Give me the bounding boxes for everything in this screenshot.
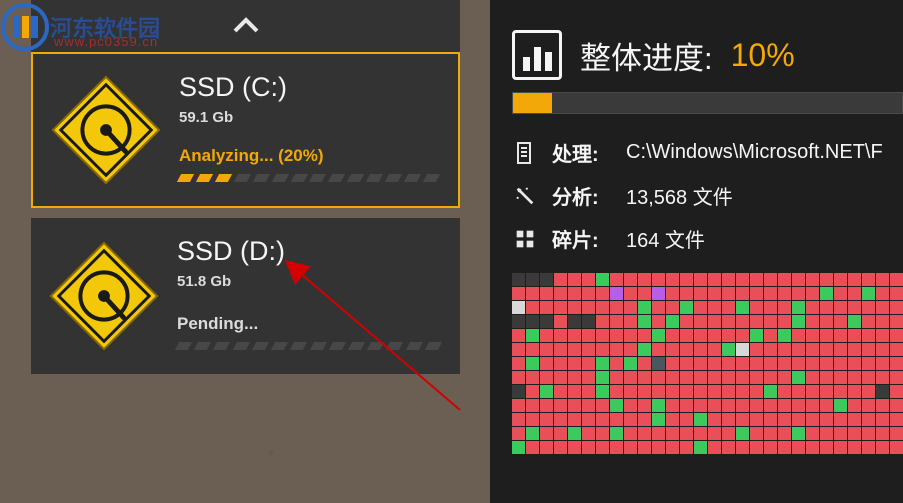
stat-label: 分析: xyxy=(552,181,612,210)
stat-value: 164 文件 xyxy=(626,224,705,253)
overall-progress-bar xyxy=(512,92,903,114)
stat-label: 处理: xyxy=(552,138,612,167)
drive-warning-icon xyxy=(41,65,171,195)
wand-icon xyxy=(512,183,538,209)
drive-name: SSD (D:) xyxy=(177,236,444,267)
bar-chart-icon xyxy=(512,30,562,80)
stat-value: 13,568 文件 xyxy=(626,181,733,210)
stat-value: C:\Windows\Microsoft.NET\F xyxy=(626,141,883,164)
drive-name: SSD (C:) xyxy=(179,72,442,103)
drive-size: 59.1 Gb xyxy=(179,109,442,126)
grid-icon xyxy=(512,226,538,252)
overall-progress-percent: 10% xyxy=(731,37,795,74)
stat-label: 碎片: xyxy=(552,224,612,253)
drive-status: Analyzing... (20%) xyxy=(179,146,324,166)
stat-list: 处理: C:\Windows\Microsoft.NET\F 分析: 13,56… xyxy=(512,138,903,253)
overall-progress-header: 整体进度: 10% xyxy=(512,30,903,80)
drive-list-panel: SSD (C:) 59.1 Gb Analyzing... (20%) SSD … xyxy=(31,0,460,374)
drive-size: 51.8 Gb xyxy=(177,273,444,290)
overall-progress-panel: 整体进度: 10% 处理: C:\Windows\Microsoft.NET\F… xyxy=(490,0,903,503)
drive-list-collapse-toggle[interactable] xyxy=(31,0,460,52)
stat-row-processing: 处理: C:\Windows\Microsoft.NET\F xyxy=(512,138,903,167)
file-icon xyxy=(512,140,538,166)
overall-progress-label: 整体进度: xyxy=(580,33,713,78)
drive-warning-icon xyxy=(39,231,169,361)
drive-status: Pending... xyxy=(177,314,258,334)
stat-row-fragments: 碎片: 164 文件 xyxy=(512,224,903,253)
drive-progress-bar xyxy=(179,174,438,182)
drive-card-d[interactable]: SSD (D:) 51.8 Gb Pending... xyxy=(31,218,460,374)
drive-progress-bar xyxy=(177,342,440,350)
disk-block-map xyxy=(512,273,903,454)
chevron-up-icon xyxy=(231,11,261,41)
stat-row-analysis: 分析: 13,568 文件 xyxy=(512,181,903,210)
drive-card-c[interactable]: SSD (C:) 59.1 Gb Analyzing... (20%) xyxy=(31,52,460,208)
